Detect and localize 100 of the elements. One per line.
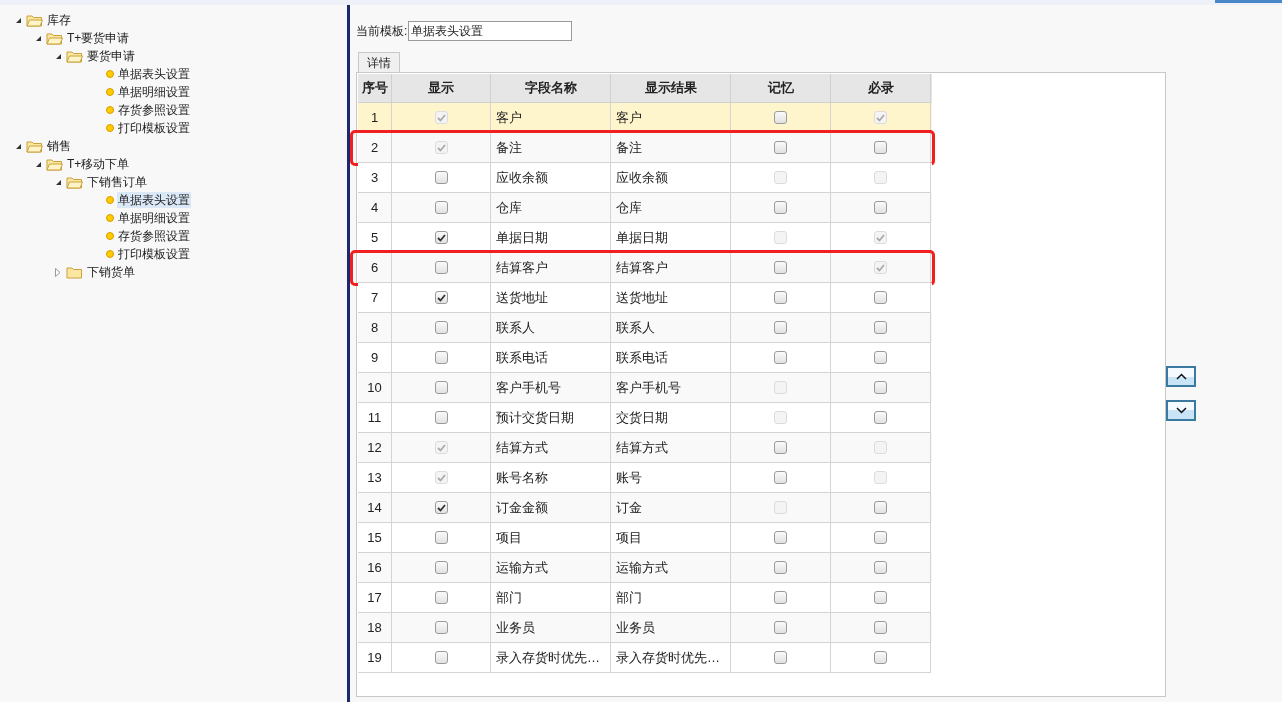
dot-icon [106, 106, 114, 114]
table-row[interactable]: 4 仓库 仓库 [358, 193, 932, 223]
checkbox[interactable] [874, 561, 887, 574]
tab[interactable]: 详情 [358, 52, 400, 72]
checkbox[interactable] [434, 591, 448, 604]
table-cell: 19 [358, 643, 392, 673]
tree-item[interactable]: 存货参照设置 [117, 228, 191, 244]
checkbox[interactable] [874, 591, 887, 604]
move-down-button[interactable] [1166, 400, 1196, 421]
table-row[interactable]: 10 客户手机号 客户手机号 [358, 373, 932, 403]
chevron-down-icon [1175, 407, 1187, 414]
checkbox[interactable] [434, 411, 448, 424]
checkbox[interactable] [774, 651, 787, 664]
tree-item[interactable]: 销售 [46, 138, 72, 154]
checkbox[interactable] [434, 501, 448, 514]
table-row[interactable]: 16 运输方式 运输方式 [358, 553, 932, 583]
table-row[interactable]: 8 联系人 联系人 [358, 313, 932, 343]
table-row[interactable]: 11 预计交货日期 交货日期 [358, 403, 932, 433]
checkbox[interactable] [434, 351, 448, 364]
checkbox[interactable] [874, 381, 887, 394]
checkbox[interactable] [434, 621, 448, 634]
folder-icon [26, 139, 43, 153]
tree-item[interactable]: 单据明细设置 [117, 84, 191, 100]
table-row[interactable]: 12 结算方式 结算方式 [358, 433, 932, 463]
expanded-triangle-icon[interactable] [34, 160, 42, 168]
template-label: 当前模板: [356, 23, 408, 40]
checkbox[interactable] [774, 261, 787, 274]
expanded-triangle-icon[interactable] [14, 142, 22, 150]
table-row[interactable]: 7 送货地址 送货地址 [358, 283, 932, 313]
table-row[interactable]: 19 录入存货时优先… 录入存货时优先… [358, 643, 932, 673]
checkbox[interactable] [434, 291, 448, 304]
checkbox[interactable] [874, 291, 887, 304]
checkbox[interactable] [774, 471, 787, 484]
expanded-triangle-icon[interactable] [14, 16, 22, 24]
dot-icon [106, 196, 114, 204]
collapsed-triangle-icon[interactable] [55, 267, 61, 277]
checkbox[interactable] [774, 141, 787, 154]
checkbox[interactable] [434, 261, 448, 274]
checkbox[interactable] [434, 201, 448, 214]
checkbox[interactable] [434, 651, 448, 664]
tree-item[interactable]: 库存 [46, 12, 72, 28]
checkbox[interactable] [874, 531, 887, 544]
move-up-button[interactable] [1166, 366, 1196, 387]
folder-icon [26, 13, 43, 27]
checkbox[interactable] [874, 201, 887, 214]
table-row[interactable]: 3 应收余额 应收余额 [358, 163, 932, 193]
tree-item[interactable]: 打印模板设置 [117, 246, 191, 262]
tree-item[interactable]: 单据表头设置 [117, 66, 191, 82]
table-row[interactable]: 15 项目 项目 [358, 523, 932, 553]
checkbox[interactable] [774, 621, 787, 634]
dot-icon [106, 70, 114, 78]
tree-item[interactable]: 要货申请 [86, 48, 136, 64]
tree-item[interactable]: T+要货申请 [66, 30, 131, 46]
tree-item[interactable]: 下销售订单 [86, 174, 148, 190]
table-row[interactable]: 1 客户 客户 [358, 103, 932, 133]
tree-item[interactable]: 下销货单 [86, 264, 136, 280]
tree-item[interactable]: T+移动下单 [66, 156, 131, 172]
checkbox[interactable] [774, 531, 787, 544]
dot-icon [106, 124, 114, 132]
folder-icon [66, 175, 83, 189]
checkbox[interactable] [434, 561, 448, 574]
checkbox[interactable] [434, 531, 448, 544]
checkbox[interactable] [774, 351, 787, 364]
tree-item[interactable]: 打印模板设置 [117, 120, 191, 136]
checkbox[interactable] [874, 351, 887, 364]
dot-icon [106, 214, 114, 222]
checkbox[interactable] [774, 441, 787, 454]
table-cell: 录入存货时优先… [611, 643, 731, 673]
checkbox[interactable] [434, 321, 448, 334]
table-row[interactable]: 9 联系电话 联系电话 [358, 343, 932, 373]
checkbox[interactable] [774, 111, 787, 124]
checkbox[interactable] [434, 381, 448, 394]
checkbox[interactable] [874, 141, 887, 154]
expanded-triangle-icon[interactable] [34, 34, 42, 42]
table-row[interactable]: 18 业务员 业务员 [358, 613, 932, 643]
folder-icon [66, 49, 83, 63]
checkbox[interactable] [774, 561, 787, 574]
expanded-triangle-icon[interactable] [54, 178, 62, 186]
checkbox[interactable] [774, 201, 787, 214]
tree-item[interactable]: 存货参照设置 [117, 102, 191, 118]
checkbox[interactable] [774, 291, 787, 304]
template-field[interactable]: 单据表头设置 [408, 21, 573, 41]
table-cell: 录入存货时优先… [491, 643, 611, 673]
dot-icon [106, 88, 114, 96]
checkbox[interactable] [874, 621, 887, 634]
table-row[interactable]: 14 订金金额 订金 [358, 493, 932, 523]
checkbox[interactable] [874, 411, 887, 424]
checkbox[interactable] [434, 231, 448, 244]
tree-item[interactable]: 单据表头设置 [117, 192, 191, 208]
checkbox[interactable] [774, 591, 787, 604]
checkbox[interactable] [874, 321, 887, 334]
folder-icon [46, 157, 63, 171]
expanded-triangle-icon[interactable] [54, 52, 62, 60]
checkbox[interactable] [434, 171, 448, 184]
table-row[interactable]: 13 账号名称 账号 [358, 463, 932, 493]
tree-item[interactable]: 单据明细设置 [117, 210, 191, 226]
checkbox[interactable] [874, 651, 887, 664]
table-row[interactable]: 17 部门 部门 [358, 583, 932, 613]
checkbox[interactable] [874, 501, 887, 514]
checkbox[interactable] [774, 321, 787, 334]
